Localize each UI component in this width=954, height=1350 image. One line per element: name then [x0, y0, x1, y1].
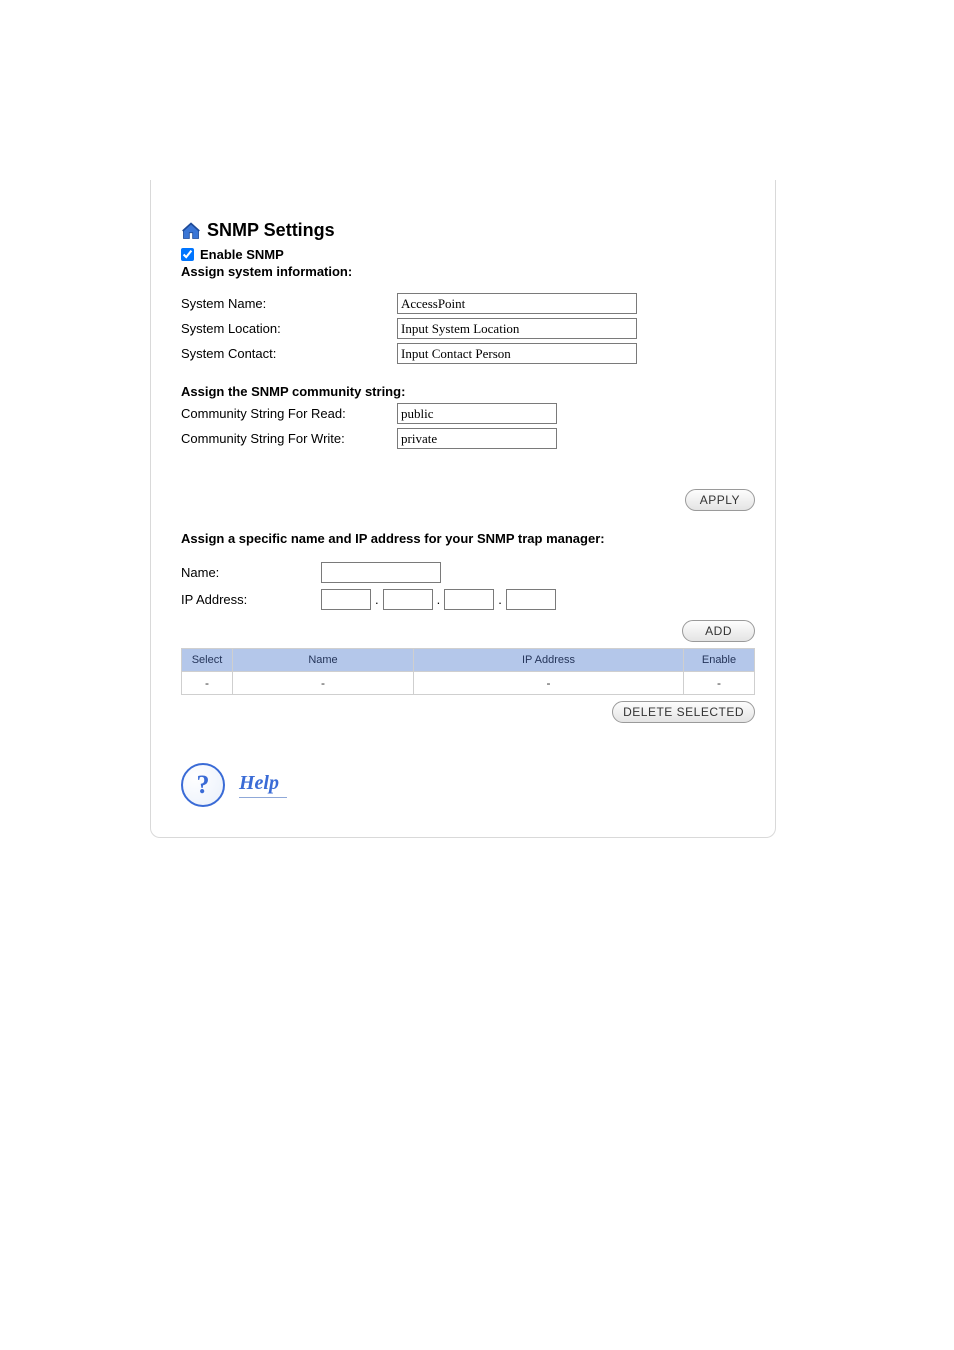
trap-name-label: Name: — [181, 565, 321, 580]
enable-snmp-row: Enable SNMP — [181, 247, 755, 262]
delete-selected-button[interactable]: DELETE SELECTED — [612, 701, 755, 723]
trap-ip-octet-2[interactable] — [383, 589, 433, 610]
trap-ip-octet-4[interactable] — [506, 589, 556, 610]
trap-ip-octet-3[interactable] — [444, 589, 494, 610]
th-select: Select — [182, 649, 232, 671]
enable-snmp-checkbox[interactable] — [181, 248, 194, 261]
ip-dot: . — [437, 592, 441, 607]
trap-ip-octet-1[interactable] — [321, 589, 371, 610]
community-heading: Assign the SNMP community string: — [181, 384, 755, 399]
delete-row: DELETE SELECTED — [181, 701, 755, 723]
th-ip: IP Address — [414, 649, 683, 671]
add-button[interactable]: ADD — [682, 620, 755, 642]
cell-name: - — [233, 672, 413, 694]
th-enable: Enable — [684, 649, 754, 671]
community-write-input[interactable] — [397, 428, 557, 449]
apply-row: APPLY — [181, 489, 755, 511]
system-contact-input[interactable] — [397, 343, 637, 364]
community-read-input[interactable] — [397, 403, 557, 424]
community-write-label: Community String For Write: — [181, 431, 397, 446]
cell-ip: - — [414, 672, 683, 694]
help-label: Help — [239, 772, 287, 798]
trap-ip-label: IP Address: — [181, 592, 321, 607]
system-name-label: System Name: — [181, 296, 397, 311]
system-contact-label: System Contact: — [181, 346, 397, 361]
ip-dot: . — [498, 592, 502, 607]
community-grid: Community String For Read: Community Str… — [181, 403, 755, 449]
title-row: SNMP Settings — [181, 220, 755, 241]
trap-ip-group: . . . — [321, 589, 755, 610]
system-location-input[interactable] — [397, 318, 637, 339]
th-name: Name — [233, 649, 413, 671]
sysinfo-grid: System Name: System Location: System Con… — [181, 293, 755, 364]
settings-panel: SNMP Settings Enable SNMP Assign system … — [150, 180, 776, 838]
home-icon — [181, 221, 201, 241]
trap-form: Name: IP Address: . . . — [181, 562, 755, 610]
trap-table: Select Name IP Address Enable - - - - — [181, 648, 755, 695]
help-row[interactable]: ? Help — [181, 763, 755, 807]
page-title: SNMP Settings — [207, 220, 335, 241]
community-read-label: Community String For Read: — [181, 406, 397, 421]
trap-name-input[interactable] — [321, 562, 441, 583]
cell-select: - — [182, 672, 232, 694]
table-row: - - - - — [182, 672, 754, 694]
help-icon: ? — [181, 763, 225, 807]
enable-snmp-label: Enable SNMP — [200, 247, 284, 262]
ip-dot: . — [375, 592, 379, 607]
add-row: ADD — [181, 620, 755, 642]
apply-button[interactable]: APPLY — [685, 489, 755, 511]
trap-heading: Assign a specific name and IP address fo… — [181, 531, 755, 546]
cell-enable: - — [684, 672, 754, 694]
sysinfo-heading: Assign system information: — [181, 264, 755, 279]
system-location-label: System Location: — [181, 321, 397, 336]
system-name-input[interactable] — [397, 293, 637, 314]
